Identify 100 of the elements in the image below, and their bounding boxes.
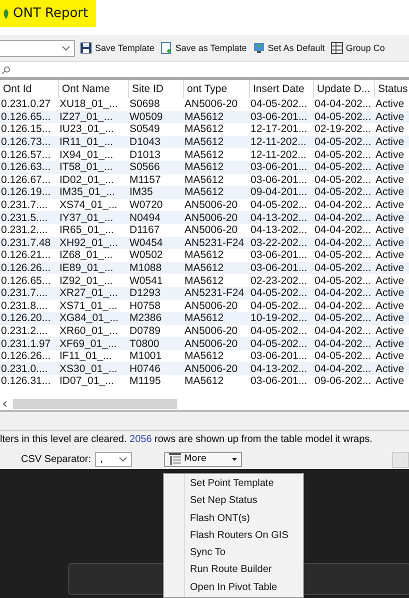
table-cell: 02-19-202... [314,123,374,136]
toolbar-button[interactable]: Group Co [330,42,386,54]
column-header[interactable]: Insert Date [250,80,314,98]
table-cell: 04-04-202... [314,98,374,111]
table-cell: MA5612 [184,136,250,148]
menu-item[interactable]: Sync To [190,544,303,562]
template-dropdown[interactable] [0,40,75,56]
table-cell: IZ92_01_... [58,274,128,287]
table-cell-text: Active [374,98,406,111]
table-cell: 0.231.2.... [0,224,58,237]
table-cell: 0.126.65... [0,274,58,287]
table-cell: XS74_01_... [58,198,128,212]
table-cell: XU18_01_... [58,98,128,111]
menu-item[interactable]: Set Nep Status [190,492,303,510]
table-cell: 04-05-202... [250,286,314,300]
column-header[interactable]: Ont Id [0,80,58,98]
table-cell: IE89_01_... [58,262,128,274]
table-cell: AN5006-20 [184,362,250,376]
table-cell: Active [374,262,409,274]
table-cell: M1088 [128,262,184,274]
toolbar-button[interactable]: Save Template [79,42,156,54]
table-cell: MA5612 [184,160,250,174]
table-cell: MA5612 [184,123,250,136]
table-cell: D1167 [128,224,184,237]
column-header[interactable]: Ont Name [58,80,128,98]
menu-item[interactable]: Set Point Template [190,475,303,492]
table-cell: Active [374,174,409,186]
table-cell: IR65_01_... [58,224,128,237]
column-header[interactable]: Status [374,80,409,98]
csv-separator-dropdown[interactable]: , [95,452,132,466]
scroll-left-icon [3,401,7,407]
document-plus-icon [160,42,172,54]
table-cell: N0494 [128,211,184,224]
table-cell: 04-05-202... [314,274,374,287]
table-cell: 04-05-202... [314,174,374,186]
table-cell: AN5006-20 [184,300,250,312]
table-cell: M1157 [128,174,184,186]
menu-item[interactable]: Flash Routers On GIS [190,526,303,544]
chevron-icon [62,46,70,50]
table-cell: Active [374,160,409,174]
list-icon [169,453,182,465]
table-cell: AN5006-20 [184,98,250,111]
column-header[interactable]: Site ID [128,80,184,98]
table-cell: Active [374,337,409,350]
table-cell: W0509 [128,110,184,124]
toolbar-button[interactable]: Set As Default [252,42,326,54]
table-cell: Active [374,362,409,376]
table-cell: D1043 [128,136,184,148]
toolbar-button[interactable]: Save as Template [159,42,248,54]
table-cell: AN5006-20 [184,337,250,350]
table-cell: Active [374,300,409,312]
table-cell: MA5612 [184,375,250,388]
horizontal-scrollbar[interactable] [0,398,409,412]
table-cell: Active [374,224,409,237]
table-cell: Active [374,123,409,136]
window-title: ONT Report [0,0,96,27]
menu-item[interactable]: Run Route Builder [190,561,303,579]
menu-item[interactable]: Open In Pivot Table [190,578,303,596]
table-cell: 0.126.26... [0,350,58,362]
table-cell: 04-05-202... [314,249,374,262]
table-cell: 04-13-202... [250,224,314,237]
table-cell: 04-04-202... [314,236,374,250]
table-cell: IM35 [128,186,184,199]
table-cell: AN5006-20 [184,224,250,237]
table-cell: 04-05-202... [250,98,314,111]
table-cell: D1293 [128,286,184,300]
table-cell: Active [374,236,409,250]
table-cell: IT58_01_... [58,160,128,174]
table-cell: W0454 [128,236,184,250]
menu-item[interactable]: Flash ONT(s) [190,510,303,527]
table-cell: 04-05-202... [314,148,374,161]
table-cell: 04-05-202... [250,324,314,338]
table-cell: Active [374,186,409,199]
table-cell: 04-13-202... [250,211,314,224]
table-cell: 0.126.26... [0,262,58,274]
table-cell: 0.126.31... [0,375,58,388]
table-cell: 03-22-202... [250,236,314,250]
table-cell: 0.126.67... [0,174,58,186]
table-cell: 0.231.0.27 [0,98,58,111]
column-header[interactable]: Update D... [314,80,374,98]
table-cell: Active [374,110,409,124]
table-cell: D0789 [128,324,184,338]
table-cell: 04-05-202... [250,337,314,350]
table-cell: 0.126.63... [0,160,58,174]
table-cell: 04-05-202... [314,186,374,199]
table-cell: Active [374,312,409,325]
table-cell: 03-06-201... [250,174,314,186]
table-cell: 0.231.0.... [0,362,58,376]
side-button[interactable] [392,452,409,468]
table-cell: Active [374,198,409,212]
table-cell: Active [374,274,409,287]
table-cell: 04-04-202... [314,337,374,350]
table-cell: S0566 [128,160,184,174]
table-cell: MA5612 [184,312,250,325]
column-header[interactable]: ont Type [184,80,250,98]
table-cell: 03-06-201... [250,375,314,388]
table-cell: 0.231.5.... [0,211,58,224]
table-cell: 04-05-202... [314,110,374,124]
table-cell: MA5612 [184,274,250,287]
more-menu-button[interactable]: More [164,452,242,466]
